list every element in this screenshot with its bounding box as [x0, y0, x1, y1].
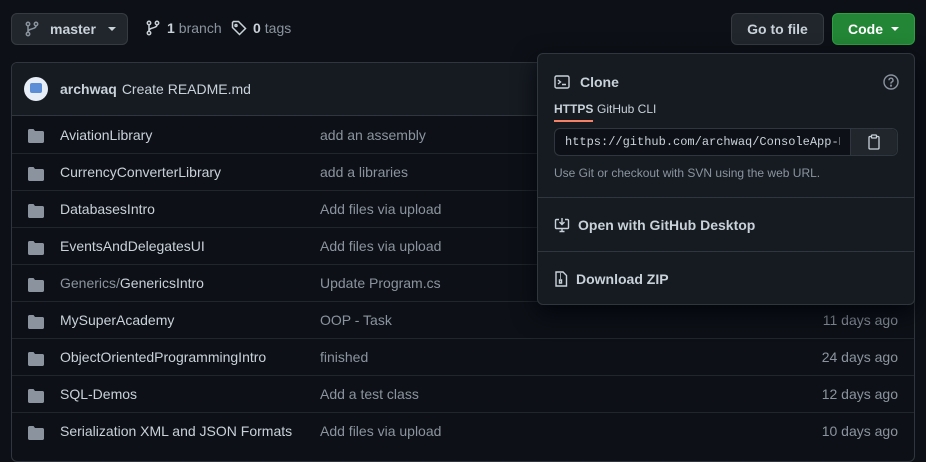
folder-name: DatabasesIntro [60, 201, 155, 217]
folder-icon [28, 315, 44, 329]
last-commit-message[interactable]: Add files via upload [320, 201, 441, 217]
file-row: SQL-Demos Add a test class 12 days ago [12, 375, 914, 412]
go-to-file-button[interactable]: Go to file [731, 13, 824, 45]
code-button[interactable]: Code [832, 13, 915, 45]
folder-icon [28, 167, 44, 181]
clone-dropdown: Clone HTTPS GitHub CLI Use Git or checko… [537, 53, 915, 305]
code-label: Code [848, 21, 883, 37]
folder-name: ObjectOrientedProgrammingIntro [60, 349, 267, 365]
file-name-link[interactable]: EventsAndDelegatesUI [60, 238, 205, 254]
tags-link[interactable]: 0 tags [231, 20, 291, 36]
file-name-link[interactable]: Generics/GenericsIntro [60, 275, 204, 291]
tab-https[interactable]: HTTPS [554, 102, 594, 122]
last-commit-age: 24 days ago [821, 349, 898, 365]
branch-count: 1 [167, 20, 175, 36]
file-name-link[interactable]: DatabasesIntro [60, 201, 155, 217]
last-commit-age: 10 days ago [821, 423, 898, 439]
desktop-download-icon [554, 218, 570, 233]
folder-icon [28, 204, 44, 218]
chevron-down-icon [891, 27, 899, 31]
tag-word: tags [264, 20, 292, 36]
file-row: Serialization XML and JSON Formats Add f… [12, 412, 914, 449]
branch-select-button[interactable]: master [11, 13, 128, 45]
open-desktop-label: Open with GitHub Desktop [578, 217, 756, 233]
zip-icon [555, 271, 568, 287]
folder-icon [28, 426, 44, 440]
clone-hint: Use Git or checkout with SVN using the w… [554, 166, 821, 180]
tag-count: 0 [253, 20, 261, 36]
last-commit-message[interactable]: Add files via upload [320, 238, 441, 254]
folder-name: GenericsIntro [119, 275, 204, 291]
folder-icon [28, 129, 44, 143]
file-row: ObjectOrientedProgrammingIntro finished … [12, 338, 914, 375]
folder-name: EventsAndDelegatesUI [60, 238, 205, 254]
file-row: MySuperAcademy OOP - Task 11 days ago [12, 301, 914, 338]
folder-name: SQL-Demos [60, 386, 138, 402]
branch-icon [146, 20, 160, 36]
file-name-link[interactable]: SQL-Demos [60, 386, 137, 402]
avatar[interactable] [24, 77, 48, 101]
last-commit-message[interactable]: finished [320, 349, 368, 365]
file-name-link[interactable]: AviationLibrary [60, 127, 152, 143]
divider [538, 197, 914, 198]
branch-word: branch [178, 20, 222, 36]
last-commit-message[interactable]: Add files via upload [320, 423, 441, 439]
file-name-link[interactable]: CurrencyConverterLibrary [60, 164, 221, 180]
last-commit-message[interactable]: OOP - Task [320, 312, 392, 328]
help-icon[interactable] [883, 74, 899, 90]
chevron-down-icon [107, 27, 116, 31]
branch-icon [25, 21, 39, 37]
open-desktop-button[interactable]: Open with GitHub Desktop [554, 217, 755, 233]
commit-author[interactable]: archwaq [60, 81, 117, 97]
clone-url-input[interactable] [555, 129, 850, 155]
download-zip-button[interactable]: Download ZIP [554, 271, 669, 287]
folder-name: AviationLibrary [60, 126, 153, 143]
divider [538, 251, 914, 252]
download-zip-label: Download ZIP [576, 271, 669, 287]
commit-message[interactable]: Create README.md [122, 81, 251, 97]
clone-url-box [554, 128, 898, 156]
go-to-file-label: Go to file [747, 21, 808, 37]
file-name-link[interactable]: MySuperAcademy [60, 312, 174, 328]
copy-button[interactable] [850, 129, 897, 155]
branches-link[interactable]: 1 branch [145, 20, 222, 36]
file-name-link[interactable]: Serialization XML and JSON Formats [60, 423, 292, 439]
last-commit-message[interactable]: add a libraries [320, 164, 408, 180]
folder-icon [28, 278, 44, 292]
folder-name: MySuperAcademy [60, 312, 175, 328]
file-name-link[interactable]: ObjectOrientedProgrammingIntro [60, 349, 266, 365]
last-commit-message[interactable]: Update Program.cs [320, 275, 441, 291]
branch-name: master [50, 21, 96, 37]
tab-github-cli[interactable]: GitHub CLI [597, 102, 656, 116]
last-commit-age: 11 days ago [822, 312, 898, 328]
folder-name: Serialization XML and JSON Formats [60, 423, 293, 439]
folder-icon [28, 352, 44, 366]
copy-icon [868, 134, 880, 150]
folder-icon [28, 389, 44, 403]
terminal-icon [554, 75, 570, 89]
last-commit-age: 12 days ago [821, 386, 898, 402]
parent-folder: Generics/ [60, 275, 120, 291]
folder-name: CurrencyConverterLibrary [60, 164, 222, 180]
last-commit-message[interactable]: add an assembly [320, 127, 426, 143]
last-commit-message[interactable]: Add a test class [320, 386, 419, 402]
clone-title: Clone [580, 74, 619, 90]
clone-header: Clone [554, 74, 619, 90]
tag-icon [231, 20, 247, 36]
folder-icon [28, 241, 44, 255]
